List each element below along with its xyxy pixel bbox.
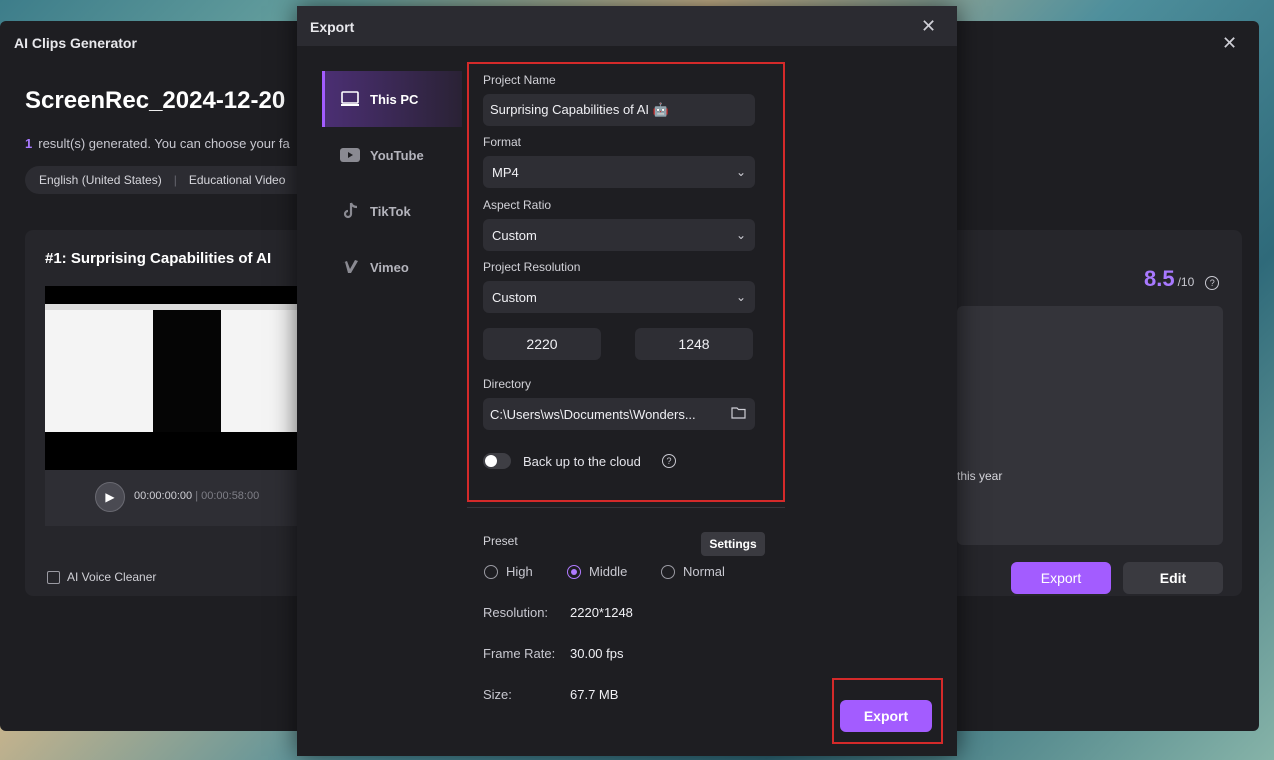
window-title: AI Clips Generator — [14, 35, 137, 51]
cloud-backup-toggle[interactable] — [483, 453, 511, 469]
close-icon[interactable]: ✕ — [921, 16, 936, 37]
dialog-title: Export — [310, 19, 355, 35]
aspect-ratio-value: Custom — [492, 227, 537, 243]
description-panel — [957, 306, 1223, 545]
size-label: Size: — [483, 687, 512, 702]
aspect-ratio-label: Aspect Ratio — [483, 198, 552, 212]
result-summary: 1 result(s) generated. You can choose you… — [25, 136, 290, 151]
video-preview[interactable] — [45, 286, 300, 470]
preset-normal-radio[interactable]: Normal — [661, 564, 725, 579]
chevron-down-icon: ⌄ — [735, 290, 746, 304]
directory-input[interactable]: C:\Users\ws\Documents\Wonders... — [483, 398, 755, 430]
resolution-info-label: Resolution: — [483, 605, 549, 620]
score-denominator: /10 — [1177, 275, 1195, 289]
video-frame — [45, 304, 300, 432]
clip-export-button[interactable]: Export — [1011, 562, 1111, 594]
youtube-icon — [340, 145, 360, 165]
checkbox-icon[interactable] — [47, 570, 60, 584]
nav-tiktok[interactable]: TikTok — [322, 183, 462, 239]
project-name-value: Surprising Capabilities of AI 🤖 — [490, 102, 669, 117]
radio-icon — [484, 564, 498, 579]
laptop-icon — [340, 89, 360, 109]
preset-label: Preset — [483, 534, 518, 548]
aspect-ratio-select[interactable]: Custom ⌄ — [483, 219, 755, 251]
nav-label: YouTube — [370, 147, 424, 163]
size-value: 67.7 MB — [570, 687, 619, 702]
result-count: 1 — [25, 136, 33, 151]
preset-high-radio[interactable]: High — [484, 564, 533, 579]
help-icon[interactable]: ? — [1205, 276, 1220, 290]
nav-label: Vimeo — [370, 259, 409, 275]
preset-middle-radio[interactable]: Middle — [567, 564, 627, 579]
voice-cleaner-toggle[interactable]: AI Voice Cleaner — [47, 570, 156, 584]
tag-language: English (United States) — [39, 173, 162, 187]
project-name-input[interactable]: Surprising Capabilities of AI 🤖 — [483, 94, 755, 126]
resolution-value: Custom — [492, 289, 537, 305]
player-controls: ▶ 00:00:00:00 | 00:00:58:00 — [45, 470, 300, 526]
nav-vimeo[interactable]: Vimeo — [322, 239, 462, 295]
help-icon[interactable]: ? — [662, 454, 676, 468]
tag-bar: English (United States) | Educational Vi… — [25, 166, 315, 194]
nav-label: This PC — [370, 91, 419, 107]
preset-label-normal: Normal — [683, 564, 725, 579]
play-button[interactable]: ▶ — [95, 482, 125, 512]
vimeo-icon — [340, 257, 360, 277]
nav-youtube[interactable]: YouTube — [322, 127, 462, 183]
preset-label-high: High — [506, 564, 533, 579]
frame-rate-label: Frame Rate: — [483, 646, 556, 661]
tag-separator: | — [173, 173, 177, 187]
directory-value: C:\Users\ws\Documents\Wonders... — [490, 406, 696, 422]
voice-cleaner-label: AI Voice Cleaner — [67, 570, 157, 584]
time-current: 00:00:00:00 — [134, 490, 193, 502]
clip-title: #1: Surprising Capabilities of AI — [45, 250, 272, 267]
description-text: this year — [957, 469, 1003, 483]
chevron-down-icon: ⌄ — [735, 165, 746, 179]
time-total: 00:00:58:00 — [201, 490, 260, 502]
preset-label-middle: Middle — [589, 564, 628, 579]
close-icon[interactable]: ✕ — [1222, 33, 1237, 54]
tag-type: Educational Video — [188, 173, 286, 187]
chevron-down-icon: ⌄ — [735, 228, 746, 242]
export-button[interactable]: Export — [840, 700, 932, 732]
height-input[interactable]: 1248 — [635, 328, 753, 360]
clip-score: 8.5 /10 ? — [1144, 266, 1220, 292]
frame-rate-value: 30.00 fps — [570, 646, 624, 661]
cloud-backup-label: Back up to the cloud — [523, 454, 641, 469]
settings-button[interactable]: Settings — [701, 532, 765, 556]
clip-edit-button[interactable]: Edit — [1123, 562, 1223, 594]
time-display: 00:00:00:00 | 00:00:58:00 — [134, 490, 260, 502]
format-value: MP4 — [492, 164, 519, 180]
nav-this-pc[interactable]: This PC — [322, 71, 462, 127]
score-value: 8.5 — [1144, 266, 1175, 291]
radio-selected-icon — [567, 564, 581, 579]
resolution-info-value: 2220*1248 — [570, 605, 633, 620]
divider — [467, 507, 785, 508]
format-select[interactable]: MP4 ⌄ — [483, 156, 755, 188]
dialog-header: Export ✕ — [297, 6, 957, 46]
tiktok-icon — [340, 201, 360, 221]
resolution-select[interactable]: Custom ⌄ — [483, 281, 755, 313]
export-dialog: Export ✕ This PC YouTube TikTok Vimeo Pr… — [297, 6, 957, 756]
radio-icon — [661, 564, 675, 579]
nav-label: TikTok — [370, 203, 411, 219]
result-text: result(s) generated. You can choose your… — [38, 136, 290, 151]
folder-icon[interactable] — [731, 406, 746, 422]
page-title: ScreenRec_2024-12-20 — [25, 87, 286, 114]
resolution-label: Project Resolution — [483, 260, 581, 274]
format-label: Format — [483, 135, 522, 149]
directory-label: Directory — [483, 377, 532, 391]
width-input[interactable]: 2220 — [483, 328, 601, 360]
project-name-label: Project Name — [483, 73, 556, 87]
